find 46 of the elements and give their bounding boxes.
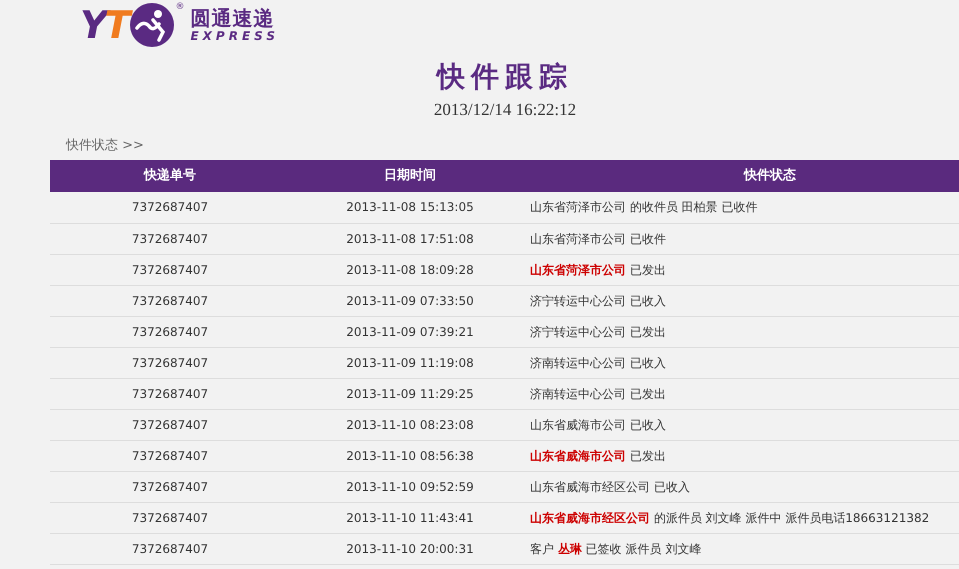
table-cell: 山东省菏泽市公司 的收件员 田柏景 已收件	[530, 192, 959, 223]
table-cell: 7372687407	[50, 502, 290, 533]
table-cell: 2013-11-09 07:39:21	[290, 316, 530, 347]
table-cell: 7372687407	[50, 223, 290, 254]
table-cell: 客户 丛琳 已签收 派件员 刘文峰	[530, 533, 959, 564]
table-cell: 济宁转运中心公司 已收入	[530, 285, 959, 316]
table-cell: 2013-11-10 09:52:59	[290, 471, 530, 502]
table-cell: 7372687407	[50, 533, 290, 564]
section-label: 快件状态 >>	[66, 138, 144, 153]
table-cell: 2013-11-08 17:51:08	[290, 223, 530, 254]
table-cell: 2013-11-08 18:09:28	[290, 254, 530, 285]
table-cell: 2013-11-10 20:00:31	[290, 533, 530, 564]
table-cell: 7372687407	[50, 378, 290, 409]
column-header: 日期时间	[290, 160, 530, 192]
runner-logo-icon	[129, 2, 176, 48]
table-cell: 2013-11-10 11:43:41	[290, 502, 530, 533]
table-cell: 济宁转运中心公司 已发出	[530, 316, 959, 347]
table-cell: 山东省菏泽市公司 已发出	[530, 254, 959, 285]
column-header: 快递单号	[50, 160, 290, 192]
table-cell: 2013-11-08 15:13:05	[290, 192, 530, 223]
brand-name: 圆通速递	[190, 7, 276, 29]
table-cell: 7372687407	[50, 192, 290, 223]
brand-tagline: EXPRESS	[190, 29, 279, 43]
table-cell: 2013-11-10 08:56:38	[290, 440, 530, 471]
table-cell: 济南转运中心公司 已发出	[530, 378, 959, 409]
table-cell: 7372687407	[50, 285, 290, 316]
table-cell: 2013-11-09 07:33:50	[290, 285, 530, 316]
table-cell: 济南转运中心公司 已收入	[530, 347, 959, 378]
table-cell: 7372687407	[50, 440, 290, 471]
table-cell: 山东省威海市公司 已收入	[530, 409, 959, 440]
table-cell: 7372687407	[50, 254, 290, 285]
table-cell: 山东省威海市经区公司 已收入	[530, 471, 959, 502]
table-cell: 7372687407	[50, 347, 290, 378]
table-cell: 2013-11-09 11:29:25	[290, 378, 530, 409]
table-cell: 2013-11-10 08:23:08	[290, 409, 530, 440]
table-cell: 7372687407	[50, 316, 290, 347]
table-cell: 山东省威海市公司 已发出	[530, 440, 959, 471]
table-cell: 2013-11-09 11:19:08	[290, 347, 530, 378]
table-cell: 山东省威海市经区公司 的派件员 刘文峰 派件中 派件员电话18663121382	[530, 502, 959, 533]
table-cell: 7372687407	[50, 471, 290, 502]
table-cell: 山东省菏泽市公司 已收件	[530, 223, 959, 254]
column-header: 快件状态	[530, 160, 959, 192]
query-timestamp: 2013/12/14 16:22:12	[434, 100, 576, 120]
registered-mark: ®	[175, 2, 184, 12]
table-cell: 7372687407	[50, 409, 290, 440]
page-title: 快件跟踪	[437, 60, 573, 94]
